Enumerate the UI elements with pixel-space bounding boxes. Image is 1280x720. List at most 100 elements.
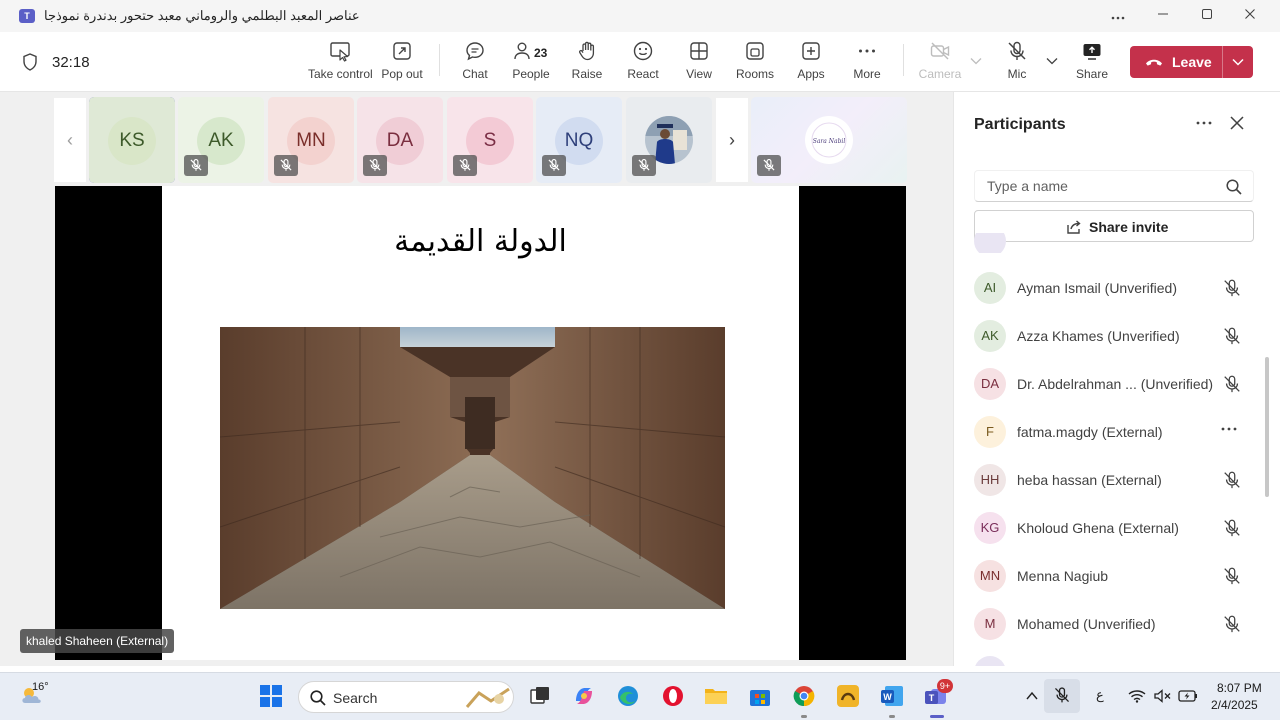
list-item[interactable] bbox=[954, 233, 1280, 253]
muted-mic-icon bbox=[363, 155, 387, 176]
windows-taskbar: 16° Search W T 9+ ع 8:07 PM 2/4/2025 bbox=[0, 672, 1280, 720]
muted-mic-icon bbox=[632, 155, 656, 176]
people-label: People bbox=[512, 67, 550, 81]
mic-off-icon bbox=[1008, 41, 1026, 60]
list-item[interactable] bbox=[954, 648, 1280, 666]
teams-notification-badge: 9+ bbox=[937, 679, 953, 693]
maximize-button[interactable] bbox=[1195, 6, 1219, 26]
word-icon[interactable]: W bbox=[879, 683, 905, 709]
react-label: React bbox=[627, 67, 659, 81]
close-window-button[interactable] bbox=[1238, 6, 1262, 26]
participant-row-hh[interactable]: HH heba hassan (External) bbox=[954, 456, 1280, 504]
participant-more-icon[interactable] bbox=[1221, 418, 1237, 436]
people-button[interactable]: People bbox=[507, 40, 555, 86]
clock-date[interactable]: 2/4/2025 bbox=[1211, 698, 1258, 712]
people-icon bbox=[514, 42, 530, 60]
battery-charging-icon[interactable] bbox=[1178, 689, 1198, 703]
participant-tile-ak[interactable]: AK bbox=[178, 97, 264, 183]
more-button[interactable]: More bbox=[850, 40, 884, 86]
window-more-button[interactable] bbox=[1106, 6, 1130, 26]
participant-name: Azza Khames (Unverified) bbox=[1017, 328, 1180, 344]
chrome-icon[interactable] bbox=[791, 683, 817, 709]
react-button[interactable]: React bbox=[626, 40, 660, 86]
teams-logo-icon: T bbox=[19, 9, 35, 23]
participant-tile-logo[interactable]: Sara Nabil bbox=[751, 97, 907, 183]
file-explorer-icon[interactable] bbox=[703, 683, 729, 709]
taskbar-search-box[interactable]: Search bbox=[298, 681, 514, 713]
copilot-icon[interactable] bbox=[571, 683, 597, 709]
mic-button[interactable]: Mic bbox=[1000, 40, 1034, 86]
pane-more-icon[interactable] bbox=[1196, 112, 1212, 130]
minimize-button[interactable] bbox=[1151, 6, 1175, 26]
microsoft-store-icon[interactable] bbox=[747, 683, 773, 709]
svg-text:T: T bbox=[929, 693, 935, 703]
clock-time[interactable]: 8:07 PM bbox=[1217, 681, 1262, 695]
participant-row-f[interactable]: F fatma.magdy (External) bbox=[954, 408, 1280, 456]
rooms-button[interactable]: Rooms bbox=[736, 40, 774, 86]
participant-tile-nq[interactable]: NQ bbox=[536, 97, 622, 183]
leave-options-chevron-icon[interactable] bbox=[1230, 54, 1246, 70]
leave-divider bbox=[1222, 46, 1223, 78]
mic-options-chevron-icon[interactable] bbox=[1046, 54, 1058, 68]
mic-off-icon bbox=[1224, 471, 1240, 489]
mic-off-icon bbox=[1224, 615, 1240, 633]
gallery-prev-chevron-icon[interactable]: ‹ bbox=[54, 98, 86, 182]
hand-icon bbox=[578, 41, 595, 61]
app-icon[interactable] bbox=[835, 683, 861, 709]
pop-out-button[interactable]: Pop out bbox=[380, 40, 424, 86]
windows-start-icon[interactable] bbox=[258, 683, 284, 709]
close-icon[interactable] bbox=[1228, 114, 1246, 132]
participants-scrollbar[interactable] bbox=[1265, 357, 1269, 497]
leave-button[interactable]: Leave bbox=[1130, 46, 1253, 78]
more-icon bbox=[859, 49, 875, 53]
mic-muted-tray-button[interactable] bbox=[1044, 679, 1080, 713]
camera-options-chevron-icon[interactable] bbox=[970, 54, 982, 68]
svg-text:Sara Nabil: Sara Nabil bbox=[813, 138, 846, 145]
participant-name: Ayman Ismail (Unverified) bbox=[1017, 280, 1178, 296]
chevron-up-icon[interactable] bbox=[1025, 690, 1039, 702]
presentation-slide: الدولة القديمة bbox=[162, 186, 799, 660]
participant-row-ak[interactable]: AK Azza Khames (Unverified) bbox=[954, 312, 1280, 360]
raise-hand-button[interactable]: Raise bbox=[570, 40, 604, 86]
edge-browser-icon[interactable] bbox=[615, 683, 641, 709]
participant-row-da[interactable]: DA Dr. Abdelrahman ... (Unverified) bbox=[954, 360, 1280, 408]
volume-muted-icon[interactable] bbox=[1154, 689, 1172, 703]
search-icon[interactable] bbox=[1225, 178, 1243, 196]
raise-label: Raise bbox=[571, 67, 603, 81]
input-language[interactable]: ع bbox=[1096, 687, 1104, 703]
running-indicator bbox=[889, 715, 895, 718]
gallery-next-chevron-icon[interactable]: › bbox=[716, 98, 748, 182]
task-view-icon[interactable] bbox=[527, 683, 553, 709]
participant-search-field[interactable] bbox=[974, 170, 1254, 202]
view-button[interactable]: View bbox=[682, 40, 716, 86]
chat-button[interactable]: Chat bbox=[458, 40, 492, 86]
opera-icon[interactable] bbox=[660, 683, 686, 709]
apps-button[interactable]: Apps bbox=[794, 40, 828, 86]
profile-logo: Sara Nabil bbox=[805, 116, 853, 164]
take-control-button[interactable]: Take control bbox=[308, 40, 373, 86]
participant-tile-ks[interactable]: KS bbox=[89, 97, 175, 183]
camera-button[interactable]: Camera bbox=[918, 40, 962, 86]
participant-name: Dr. Abdelrahman ... (Unverified) bbox=[1017, 376, 1214, 392]
muted-mic-icon bbox=[453, 155, 477, 176]
wifi-icon[interactable] bbox=[1128, 689, 1146, 703]
rooms-label: Rooms bbox=[736, 67, 775, 81]
participant-row-mn[interactable]: MN Menna Nagiub bbox=[954, 552, 1280, 600]
participant-row-m[interactable]: M Mohamed (Unverified) bbox=[954, 600, 1280, 648]
participant-row-ai[interactable]: AI Ayman Ismail (Unverified) bbox=[954, 264, 1280, 312]
participant-tile-mn[interactable]: MN bbox=[268, 97, 354, 183]
mic-label: Mic bbox=[1007, 67, 1027, 81]
take-control-icon bbox=[330, 42, 350, 62]
participant-tile-da[interactable]: DA bbox=[357, 97, 443, 183]
avatar: DA bbox=[974, 368, 1006, 400]
participant-search-input[interactable] bbox=[975, 171, 1215, 201]
toolbar-divider bbox=[439, 44, 440, 76]
participant-tile-photo[interactable] bbox=[626, 97, 712, 183]
participant-tile-s[interactable]: S bbox=[447, 97, 533, 183]
participant-row-kg[interactable]: KG Kholoud Ghena (External) bbox=[954, 504, 1280, 552]
share-button[interactable]: Share bbox=[1075, 40, 1109, 86]
meeting-timer: 32:18 bbox=[52, 54, 90, 71]
share-label: Share bbox=[1075, 67, 1109, 81]
mic-off-icon bbox=[1224, 567, 1240, 585]
rooms-icon bbox=[746, 42, 764, 60]
